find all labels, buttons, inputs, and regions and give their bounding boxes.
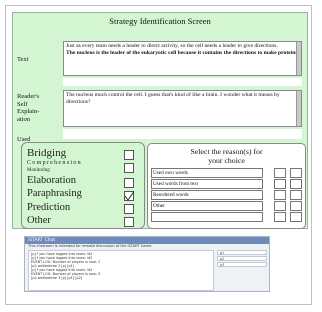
chat-user-list: p1 p2 p3 bbox=[217, 250, 267, 291]
reason-checkbox[interactable] bbox=[274, 212, 286, 222]
reason-checkbox[interactable] bbox=[274, 179, 286, 189]
other-checkbox[interactable] bbox=[124, 217, 134, 227]
text-passage-bold: The nucleus is the leader of the eukaryo… bbox=[66, 50, 299, 56]
reason-checkbox[interactable] bbox=[274, 190, 286, 200]
strategy-panel: Bridging Comprehension Monitoring Elabor… bbox=[21, 142, 145, 229]
self-expl-label-line: Reader's bbox=[17, 93, 40, 100]
reason-checkbox[interactable] bbox=[290, 190, 302, 200]
strategy-sublabel: Monitoring bbox=[27, 168, 50, 173]
bridging-checkbox[interactable] bbox=[124, 150, 134, 160]
strategy-label: Paraphrasing bbox=[27, 188, 82, 199]
strategy-label: Bridging bbox=[27, 147, 67, 159]
strategy-label: Comprehension bbox=[27, 160, 82, 166]
reason-checkbox[interactable] bbox=[290, 212, 302, 222]
chat-user[interactable]: p3 bbox=[217, 262, 267, 267]
chat-log[interactable]: [p] f you have logged into room: id2 [p]… bbox=[28, 250, 214, 291]
self-explanation-label: Reader's Self Explain- ation bbox=[17, 93, 39, 123]
self-explanation-scrollbar[interactable] bbox=[296, 91, 301, 126]
elaboration-checkbox[interactable] bbox=[124, 178, 134, 188]
chat-user[interactable]: p2 bbox=[217, 256, 267, 261]
reasons-panel: Select the reason(s) for your choice Use… bbox=[147, 143, 306, 229]
checkmark-icon bbox=[124, 191, 134, 201]
comprehension-monitoring-checkbox[interactable] bbox=[124, 163, 134, 173]
reason-option[interactable]: Other bbox=[151, 201, 263, 211]
chat-message: [p2 welfaretree 3 [p] [p1] [p2] bbox=[31, 276, 83, 280]
reason-option[interactable]: Reordered words bbox=[151, 190, 263, 200]
spacer-strip bbox=[63, 78, 302, 86]
self-explanation-text: The nucleus much control the cell. I gue… bbox=[66, 92, 280, 105]
screen-title: Strategy Identification Screen bbox=[109, 16, 211, 26]
reason-checkbox[interactable] bbox=[290, 201, 302, 211]
reasons-title-line: your choice bbox=[208, 156, 245, 165]
self-explanation-box[interactable]: The nucleus much control the cell. I gue… bbox=[63, 90, 302, 127]
reason-checkbox[interactable] bbox=[290, 179, 302, 189]
reasons-title: Select the reason(s) for your choice bbox=[148, 147, 305, 165]
reason-option[interactable]: Used words from text bbox=[151, 179, 263, 189]
self-expl-label-line: Explain- bbox=[17, 108, 40, 115]
reason-checkbox[interactable] bbox=[290, 168, 302, 178]
text-passage: Just as every team needs a leader to dir… bbox=[66, 43, 278, 49]
text-label: Text bbox=[17, 56, 29, 63]
text-scrollbar[interactable] bbox=[296, 42, 301, 75]
spacer-strip bbox=[63, 129, 302, 139]
chat-title: iSTART Chat bbox=[25, 237, 269, 244]
chat-note: This chatroom is intended for remote dis… bbox=[28, 244, 153, 248]
strategy-label: Other bbox=[27, 215, 51, 226]
prediction-checkbox[interactable] bbox=[124, 204, 134, 214]
paraphrasing-checkbox[interactable] bbox=[124, 191, 134, 201]
reasons-title-line: Select the reason(s) for bbox=[190, 147, 263, 156]
chat-window: iSTART Chat This chatroom is intended fo… bbox=[24, 236, 270, 292]
strategy-label: Prediction bbox=[27, 202, 71, 213]
self-expl-label-line: ation bbox=[17, 115, 30, 123]
reason-option[interactable]: Used own words bbox=[151, 168, 263, 178]
reason-option[interactable] bbox=[151, 212, 263, 222]
chat-user[interactable]: p1 bbox=[217, 250, 267, 255]
reason-checkbox[interactable] bbox=[274, 201, 286, 211]
self-expl-label-line: Self bbox=[17, 100, 28, 108]
strategy-label: Elaboration bbox=[27, 175, 76, 186]
reason-checkbox[interactable] bbox=[274, 168, 286, 178]
text-passage-box: Just as every team needs a leader to dir… bbox=[63, 41, 302, 76]
